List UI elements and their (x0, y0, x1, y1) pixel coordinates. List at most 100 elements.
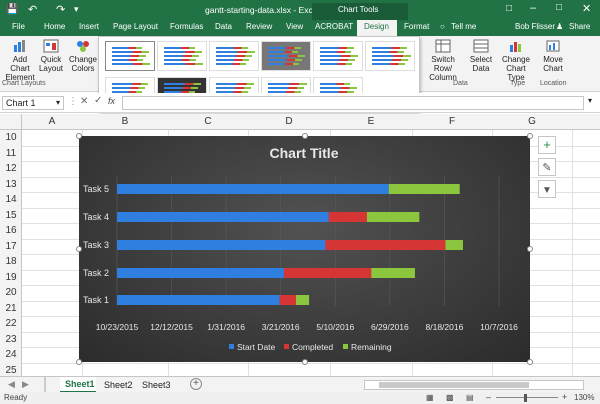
close-icon[interactable]: ✕ (582, 2, 591, 15)
chart-style-thumbnail[interactable] (157, 41, 207, 71)
chart-styles-button[interactable]: ✎ (538, 158, 556, 176)
row-header[interactable]: 19 (0, 272, 22, 283)
sheet-tab-1[interactable]: Sheet1 (60, 377, 96, 393)
tell-me-box[interactable]: Tell me (451, 22, 476, 31)
tab-acrobat[interactable]: ACROBAT (315, 22, 353, 31)
row-header[interactable]: 23 (0, 334, 22, 345)
page-break-view-icon[interactable]: ▤ (466, 393, 474, 402)
resize-handle[interactable] (301, 133, 308, 139)
tab-formulas[interactable]: Formulas (170, 22, 203, 31)
row-header[interactable]: 11 (0, 148, 22, 159)
resize-handle[interactable] (76, 133, 82, 139)
tab-data[interactable]: Data (215, 22, 232, 31)
sheet-tab-2[interactable]: Sheet2 (104, 380, 133, 390)
user-name[interactable]: Bob Flisser (515, 22, 555, 31)
row-header[interactable]: 17 (0, 241, 22, 252)
chart-type-icon (510, 42, 521, 52)
ribbon-display-icon[interactable]: □ (506, 3, 512, 14)
chart-style-thumbnail[interactable] (209, 41, 259, 71)
row-header[interactable]: 20 (0, 287, 22, 298)
row-header[interactable]: 25 (0, 365, 22, 376)
tab-home[interactable]: Home (44, 22, 65, 31)
sheet-tabs-bar: ◀ ▶ Sheet1 Sheet2 Sheet3 + (0, 376, 600, 393)
change-colors-button[interactable]: Change Colors (68, 39, 98, 73)
resize-handle[interactable] (76, 359, 82, 365)
row-header[interactable]: 21 (0, 303, 22, 314)
column-header[interactable]: A (22, 116, 82, 127)
move-chart-button[interactable]: Move Chart (538, 39, 568, 73)
tab-review[interactable]: Review (246, 22, 272, 31)
brush-icon: ✎ (542, 162, 552, 174)
horizontal-scrollbar[interactable] (364, 380, 584, 390)
maximize-icon[interactable]: □ (556, 2, 562, 13)
switch-row-column-button[interactable]: Switch Row/ Column (424, 39, 462, 82)
column-header[interactable]: E (330, 116, 412, 127)
row-header[interactable]: 18 (0, 256, 22, 267)
row-header[interactable]: 12 (0, 163, 22, 174)
column-header[interactable]: D (248, 116, 330, 127)
page-layout-view-icon[interactable]: ▩ (446, 393, 454, 402)
minimize-icon[interactable]: – (530, 2, 536, 14)
data-group-label: Data (453, 80, 468, 87)
scrollbar-thumb[interactable] (379, 382, 529, 388)
row-header[interactable]: 14 (0, 194, 22, 205)
chart-style-thumbnail[interactable] (365, 41, 415, 71)
quick-layout-button[interactable]: Quick Layout (38, 39, 64, 73)
save-icon[interactable]: 💾 (6, 4, 18, 15)
formula-input[interactable] (122, 96, 584, 110)
chart-style-thumbnail[interactable] (105, 41, 155, 71)
row-header[interactable]: 13 (0, 179, 22, 190)
tab-view[interactable]: View (286, 22, 303, 31)
row-header[interactable]: 16 (0, 225, 22, 236)
change-chart-type-button[interactable]: Change Chart Type (498, 39, 534, 82)
column-header[interactable]: F (412, 116, 492, 127)
enter-icon[interactable]: ✓ (94, 95, 102, 106)
switch-icon (435, 39, 451, 53)
normal-view-icon[interactable]: ▦ (426, 393, 434, 402)
prev-sheet-icon[interactable]: ◀ (8, 379, 15, 390)
status-ready: Ready (4, 393, 28, 402)
redo-icon[interactable]: ↷ (56, 3, 65, 16)
name-box[interactable]: Chart 1 ▾ (2, 96, 64, 110)
next-sheet-icon[interactable]: ▶ (22, 379, 29, 390)
add-sheet-icon[interactable]: + (190, 378, 202, 390)
add-chart-element-button[interactable]: Add Chart Element (2, 39, 38, 82)
chart-style-thumbnail[interactable] (261, 41, 311, 71)
function-icon[interactable]: fx (108, 96, 115, 106)
resize-handle[interactable] (76, 246, 82, 252)
column-header[interactable]: B (82, 116, 168, 127)
resize-handle[interactable] (301, 359, 308, 365)
cancel-icon[interactable]: ✕ (80, 96, 88, 107)
row-header[interactable]: 10 (0, 132, 22, 143)
chart-style-thumbnail[interactable] (313, 41, 363, 71)
row-header[interactable]: 22 (0, 318, 22, 329)
select-all-corner[interactable] (0, 114, 22, 130)
resize-handle[interactable] (527, 359, 533, 365)
zoom-slider[interactable] (496, 397, 558, 398)
tab-format[interactable]: Format (404, 22, 429, 31)
undo-icon[interactable]: ↶ (28, 3, 37, 16)
tab-insert[interactable]: Insert (79, 22, 99, 31)
share-button[interactable]: Share (569, 22, 590, 31)
zoom-slider-thumb[interactable] (524, 394, 527, 402)
customize-qat-icon[interactable]: ▾ (74, 4, 79, 15)
resize-handle[interactable] (527, 246, 533, 252)
row-header[interactable]: 15 (0, 210, 22, 221)
expand-formula-icon[interactable]: ▾ (588, 96, 592, 105)
select-data-button[interactable]: Select Data (466, 39, 496, 73)
column-header[interactable]: G (492, 116, 572, 127)
tab-page-layout[interactable]: Page Layout (113, 22, 158, 31)
column-header[interactable]: C (168, 116, 248, 127)
gantt-chart[interactable]: Chart Title Task 5 Task 4 Task 3 Task 2 Task … (79, 136, 530, 362)
zoom-in-icon[interactable]: + (562, 392, 567, 402)
tab-design[interactable]: Design (364, 22, 389, 31)
chart-elements-button[interactable]: + (538, 136, 556, 154)
resize-handle[interactable] (527, 133, 533, 139)
column-headers: A B C D E F G (0, 114, 600, 130)
zoom-level[interactable]: 130% (574, 393, 594, 402)
tab-file[interactable]: File (12, 22, 25, 31)
row-header[interactable]: 24 (0, 349, 22, 360)
chart-filters-button[interactable]: ▼ (538, 180, 556, 198)
sheet-tab-3[interactable]: Sheet3 (142, 380, 171, 390)
zoom-out-icon[interactable]: – (486, 392, 491, 402)
